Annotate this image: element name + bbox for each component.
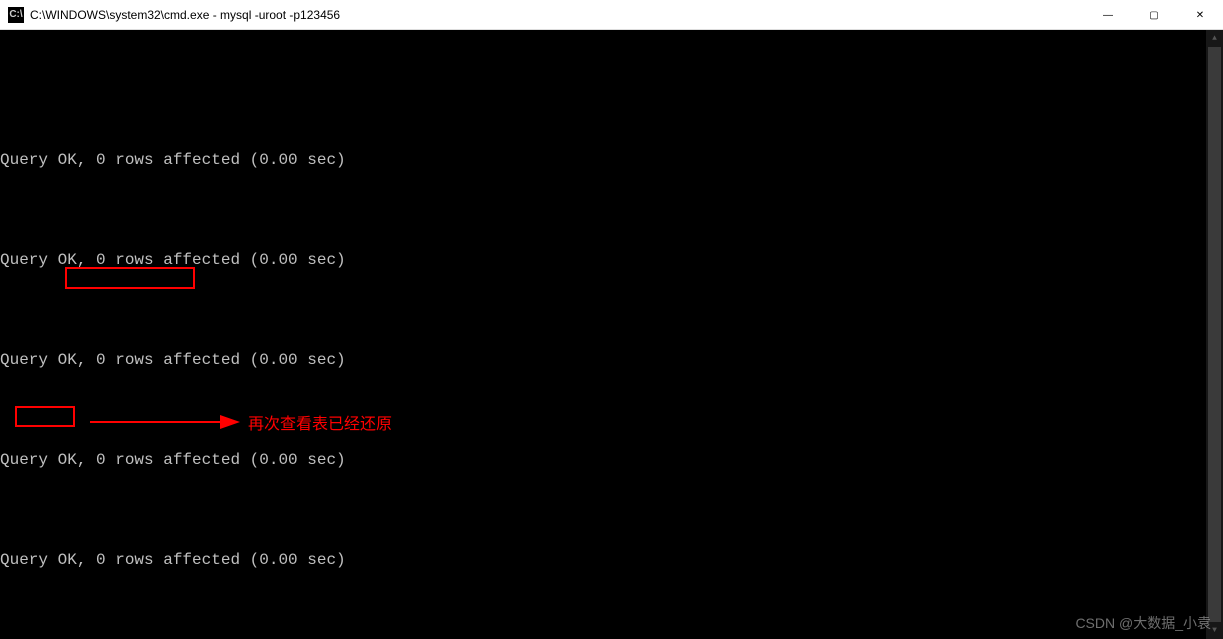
output-line: Query OK, 0 rows affected (0.00 sec) xyxy=(0,250,1223,270)
scroll-down-button[interactable]: ▼ xyxy=(1206,622,1223,639)
cmd-window: C:\ C:\WINDOWS\system32\cmd.exe - mysql … xyxy=(0,0,1223,639)
cmd-icon: C:\ xyxy=(8,7,24,23)
scroll-up-button[interactable]: ▲ xyxy=(1206,30,1223,47)
terminal-area[interactable]: Query OK, 0 rows affected (0.00 sec) Que… xyxy=(0,30,1223,639)
annotation-text: 再次查看表已经还原 xyxy=(248,415,392,435)
maximize-button[interactable]: ▢ xyxy=(1131,0,1177,30)
scroll-track[interactable] xyxy=(1206,47,1223,622)
scroll-thumb[interactable] xyxy=(1208,47,1221,622)
close-button[interactable]: ✕ xyxy=(1177,0,1223,30)
output-line: Query OK, 0 rows affected (0.00 sec) xyxy=(0,550,1223,570)
vertical-scrollbar[interactable]: ▲ ▼ xyxy=(1206,30,1223,639)
titlebar[interactable]: C:\ C:\WINDOWS\system32\cmd.exe - mysql … xyxy=(0,0,1223,30)
output-line: Query OK, 0 rows affected (0.00 sec) xyxy=(0,150,1223,170)
window-controls: — ▢ ✕ xyxy=(1085,0,1223,29)
window-title: C:\WINDOWS\system32\cmd.exe - mysql -uro… xyxy=(30,8,1085,22)
terminal-content: Query OK, 0 rows affected (0.00 sec) Que… xyxy=(0,70,1223,639)
minimize-button[interactable]: — xyxy=(1085,0,1131,30)
output-line: Query OK, 0 rows affected (0.00 sec) xyxy=(0,450,1223,470)
output-line: Query OK, 0 rows affected (0.00 sec) xyxy=(0,350,1223,370)
